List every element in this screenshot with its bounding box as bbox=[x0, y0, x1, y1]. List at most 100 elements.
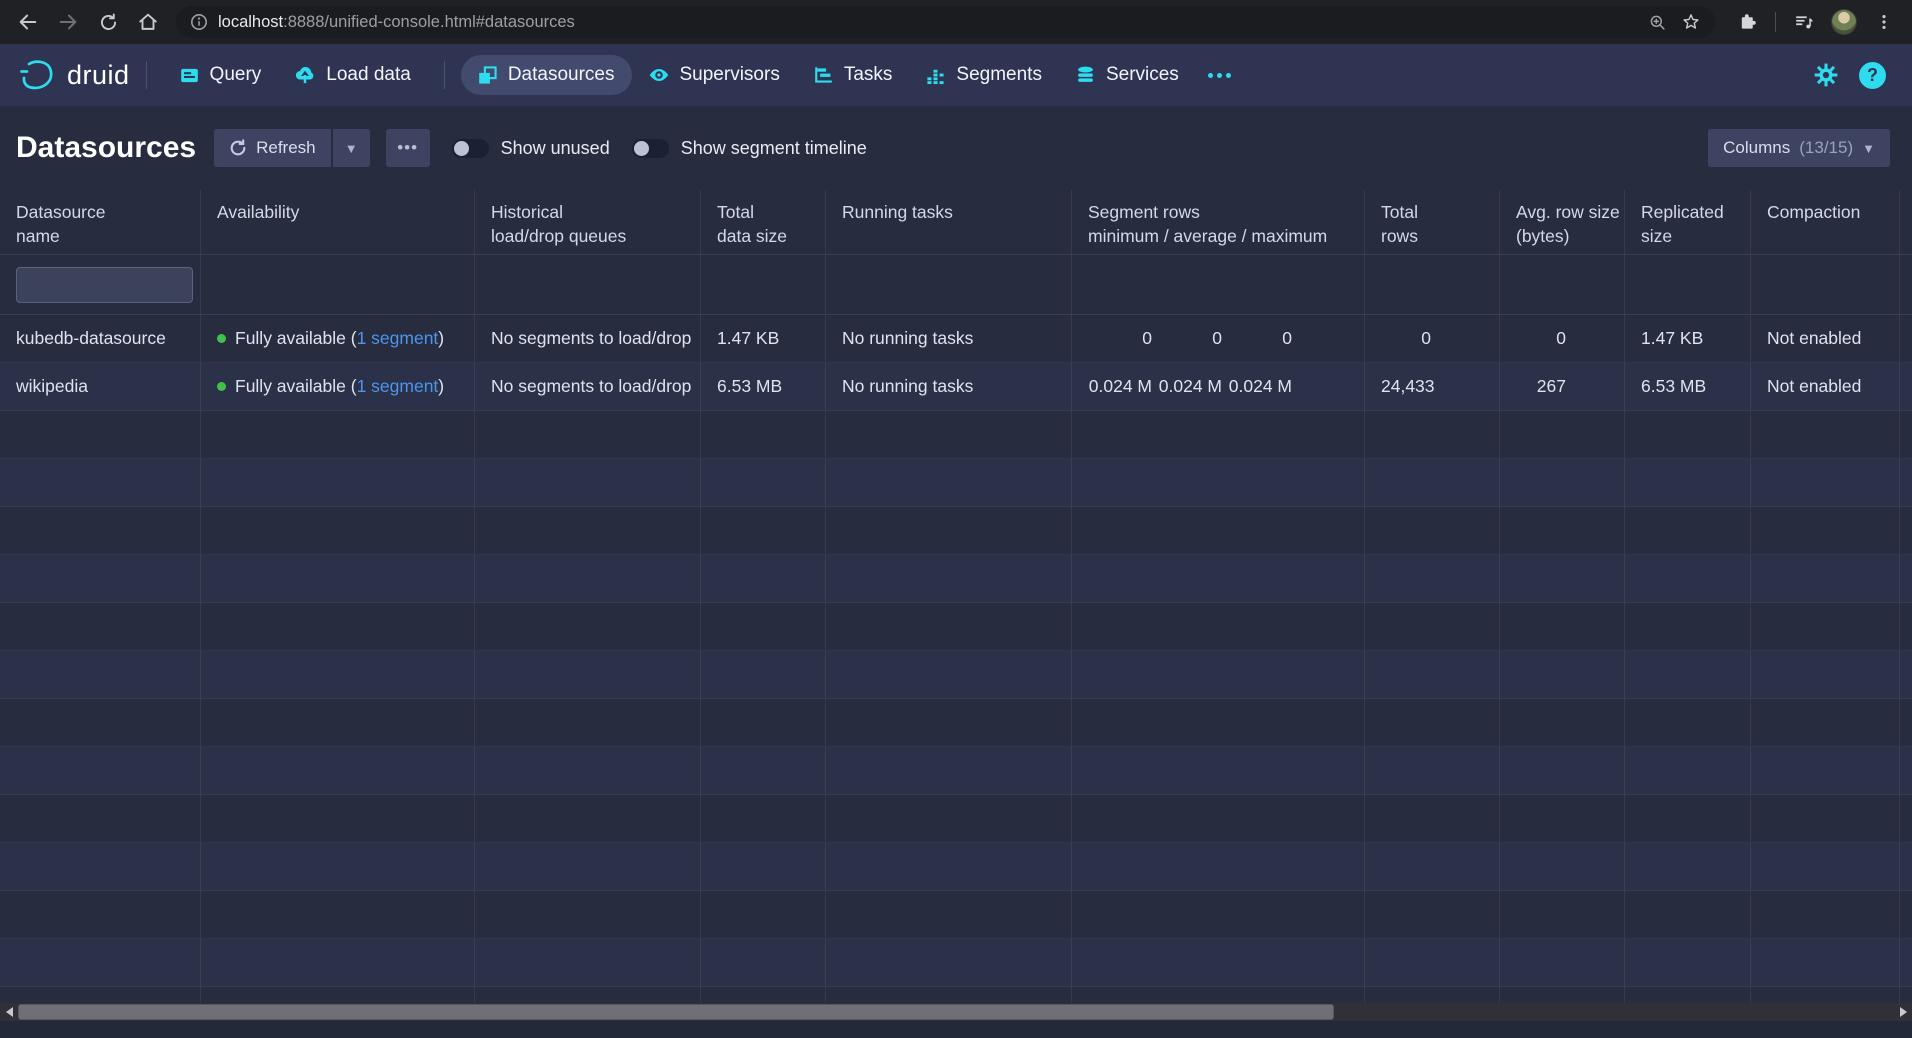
table-filler-cell bbox=[1900, 363, 1912, 410]
empty-cell bbox=[1900, 891, 1912, 938]
empty-cell bbox=[201, 891, 475, 938]
switch-knob bbox=[454, 141, 469, 156]
empty-cell bbox=[0, 747, 201, 794]
nav-more-button[interactable] bbox=[1196, 63, 1243, 88]
table-filler-cell bbox=[1900, 190, 1912, 254]
empty-cell bbox=[475, 939, 701, 986]
column-header-avg-row-size[interactable]: Avg. row size(bytes) bbox=[1500, 190, 1625, 254]
show-segment-timeline-switch[interactable] bbox=[632, 139, 669, 158]
nav-item-label: Supervisors bbox=[680, 64, 780, 86]
empty-cell bbox=[475, 747, 701, 794]
empty-cell bbox=[475, 555, 701, 602]
empty-cell bbox=[1625, 651, 1751, 698]
columns-dropdown-button[interactable]: Columns (13/15) ▼ bbox=[1708, 129, 1890, 167]
empty-cell bbox=[1625, 843, 1751, 890]
browser-menu-button[interactable] bbox=[1866, 4, 1902, 40]
cell-load-drop-queues: No segments to load/drop bbox=[475, 363, 701, 410]
refresh-button[interactable]: Refresh bbox=[214, 129, 331, 167]
column-header-total-rows[interactable]: Totalrows bbox=[1365, 190, 1500, 254]
column-header-datasource-name[interactable]: Datasourcename bbox=[0, 190, 201, 254]
app-navbar: druid Query Load data Datasources Superv… bbox=[0, 44, 1912, 106]
empty-cell bbox=[201, 795, 475, 842]
nav-item-segments[interactable]: Segments bbox=[909, 55, 1059, 95]
empty-cell bbox=[826, 603, 1072, 650]
column-header-compaction[interactable]: Compaction bbox=[1751, 190, 1900, 254]
nav-item-query[interactable]: Query bbox=[163, 55, 279, 95]
column-header-running-tasks[interactable]: Running tasks bbox=[826, 190, 1072, 254]
empty-cell bbox=[1365, 891, 1500, 938]
segment-count-link[interactable]: 1 segment bbox=[357, 376, 439, 397]
scrollbar-thumb[interactable] bbox=[18, 1004, 1334, 1020]
column-header-line1: Availability bbox=[217, 201, 299, 225]
nav-item-label: Load data bbox=[326, 64, 411, 86]
scroll-right-button[interactable] bbox=[1894, 1003, 1912, 1021]
browser-back-button[interactable] bbox=[10, 4, 46, 40]
bookmark-star-icon[interactable] bbox=[1681, 12, 1701, 32]
table-filter-row bbox=[0, 255, 1912, 315]
settings-gear-icon[interactable] bbox=[1813, 62, 1839, 88]
cell-avg-row-size: 267 bbox=[1500, 363, 1625, 410]
empty-cell bbox=[475, 507, 701, 554]
empty-table-row bbox=[0, 987, 1912, 1003]
empty-cell bbox=[1625, 507, 1751, 554]
empty-cell bbox=[1900, 603, 1912, 650]
nav-item-load-data[interactable]: Load data bbox=[278, 55, 428, 95]
segment-rows-min: 0 bbox=[1088, 328, 1152, 349]
cell-running-tasks: No running tasks bbox=[826, 315, 1072, 362]
column-header-load-drop-queues[interactable]: Historicalload/drop queues bbox=[475, 190, 701, 254]
more-actions-button[interactable]: ••• bbox=[386, 129, 430, 167]
nav-item-tasks[interactable]: Tasks bbox=[797, 55, 910, 95]
empty-cell bbox=[1900, 987, 1912, 1003]
table-row-wikipedia[interactable]: wikipediaFully available (1 segment)No s… bbox=[0, 363, 1912, 411]
empty-cell bbox=[1625, 987, 1751, 1003]
total-rows-value: 0 bbox=[1381, 328, 1431, 349]
show-segment-timeline-label: Show segment timeline bbox=[681, 138, 867, 159]
scrollbar-track[interactable] bbox=[1334, 1003, 1894, 1021]
empty-cell bbox=[826, 555, 1072, 602]
empty-cell bbox=[1751, 747, 1900, 794]
browser-forward-button[interactable] bbox=[50, 4, 86, 40]
zoom-page-icon[interactable] bbox=[1648, 13, 1667, 32]
empty-cell bbox=[1072, 411, 1365, 458]
nav-item-datasources[interactable]: Datasources bbox=[461, 55, 632, 95]
column-header-segment-rows[interactable]: Segment rowsminimum / average / maximum bbox=[1072, 190, 1365, 254]
show-unused-switch[interactable] bbox=[452, 139, 489, 158]
datasource-filter-input[interactable] bbox=[16, 267, 193, 303]
horizontal-scrollbar[interactable] bbox=[0, 1003, 1912, 1021]
triangle-right-icon bbox=[1900, 1007, 1907, 1017]
empty-cell bbox=[701, 939, 826, 986]
column-header-line2: load/drop queues bbox=[491, 225, 626, 249]
empty-cell bbox=[1072, 507, 1365, 554]
browser-extensions-button[interactable] bbox=[1729, 4, 1765, 40]
browser-home-button[interactable] bbox=[130, 4, 166, 40]
druid-logo[interactable]: druid bbox=[18, 57, 130, 93]
nav-item-supervisors[interactable]: Supervisors bbox=[632, 55, 797, 95]
navbar-divider bbox=[444, 61, 445, 89]
empty-cell bbox=[1500, 411, 1625, 458]
help-button[interactable]: ? bbox=[1859, 62, 1886, 89]
empty-cell bbox=[0, 987, 201, 1003]
column-header-availability[interactable]: Availability bbox=[201, 190, 475, 254]
column-header-line1: Historical bbox=[491, 201, 563, 225]
site-info-icon[interactable] bbox=[190, 13, 208, 31]
empty-cell bbox=[1500, 747, 1625, 794]
column-header-replicated-size[interactable]: Replicatedsize bbox=[1625, 190, 1751, 254]
cell-total-data-size: 1.47 KB bbox=[701, 315, 826, 362]
nav-item-label: Segments bbox=[956, 64, 1042, 86]
empty-cell bbox=[201, 555, 475, 602]
segment-count-link[interactable]: 1 segment bbox=[357, 328, 439, 349]
browser-media-controls-button[interactable] bbox=[1786, 4, 1822, 40]
address-bar[interactable]: localhost:8888/unified-console.html#data… bbox=[176, 6, 1715, 38]
scroll-left-button[interactable] bbox=[0, 1003, 18, 1021]
table-row-kubedb-datasource[interactable]: kubedb-datasourceFully available (1 segm… bbox=[0, 315, 1912, 363]
nav-item-services[interactable]: Services bbox=[1059, 55, 1196, 95]
refresh-interval-dropdown-button[interactable]: ▼ bbox=[333, 129, 370, 167]
empty-table-row bbox=[0, 699, 1912, 747]
filter-cell bbox=[1072, 255, 1365, 314]
empty-cell bbox=[701, 459, 826, 506]
browser-reload-button[interactable] bbox=[90, 4, 126, 40]
browser-profile-button[interactable] bbox=[1826, 4, 1862, 40]
column-header-total-data-size[interactable]: Totaldata size bbox=[701, 190, 826, 254]
druid-logo-icon bbox=[18, 57, 58, 93]
toolbar-separator bbox=[1775, 12, 1776, 32]
